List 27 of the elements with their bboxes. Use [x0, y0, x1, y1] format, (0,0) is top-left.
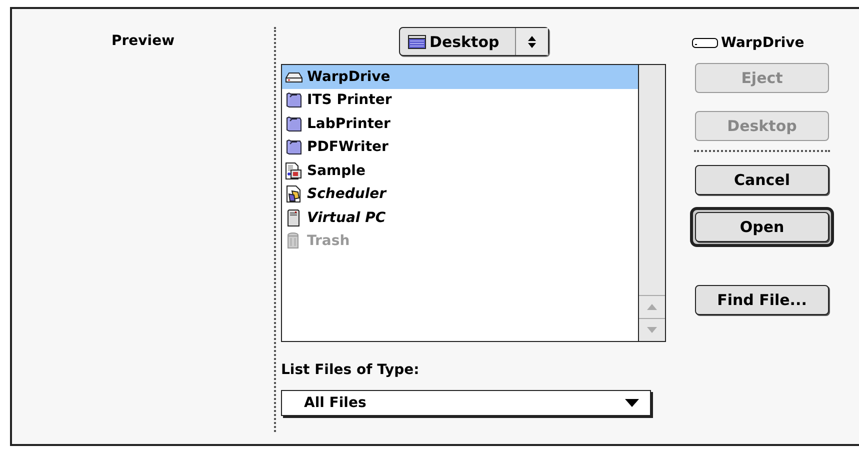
folder-icon	[285, 114, 303, 133]
location-popup[interactable]: Desktop	[398, 27, 548, 56]
file-type-dropdown[interactable]: All Files	[281, 390, 651, 416]
dropdown-arrow-icon	[624, 398, 640, 408]
file-list-item[interactable]: WarpDrive	[282, 65, 638, 88]
file-list-item[interactable]: PDFWriter	[282, 136, 638, 159]
dialog-button[interactable]: Find File...	[695, 285, 829, 315]
drive-icon	[692, 38, 718, 48]
dialog-button[interactable]: Cancel	[695, 165, 829, 195]
document-icon	[285, 162, 303, 180]
dialog-button[interactable]: Open	[695, 212, 829, 242]
file-list-item[interactable]: ITS Printer	[282, 88, 638, 112]
file-list-item[interactable]: LabPrinter	[282, 112, 638, 136]
file-type-label: List Files of Type:	[281, 362, 420, 380]
volume-name: WarpDrive	[721, 35, 804, 51]
folder-icon	[285, 91, 303, 110]
file-list-item[interactable]: Scheduler	[282, 182, 638, 206]
desktop-icon	[408, 34, 426, 48]
updown-arrows-icon	[526, 34, 536, 48]
preview-title: Preview	[111, 33, 174, 51]
up-arrow-icon[interactable]	[646, 303, 658, 311]
scrollbar[interactable]	[638, 65, 665, 341]
application-icon	[285, 185, 303, 204]
down-arrow-icon[interactable]	[646, 326, 658, 334]
file-list-item[interactable]: Sample	[282, 159, 638, 182]
folder-icon	[285, 138, 303, 156]
file-list-item[interactable]: Virtual PC	[282, 206, 638, 230]
